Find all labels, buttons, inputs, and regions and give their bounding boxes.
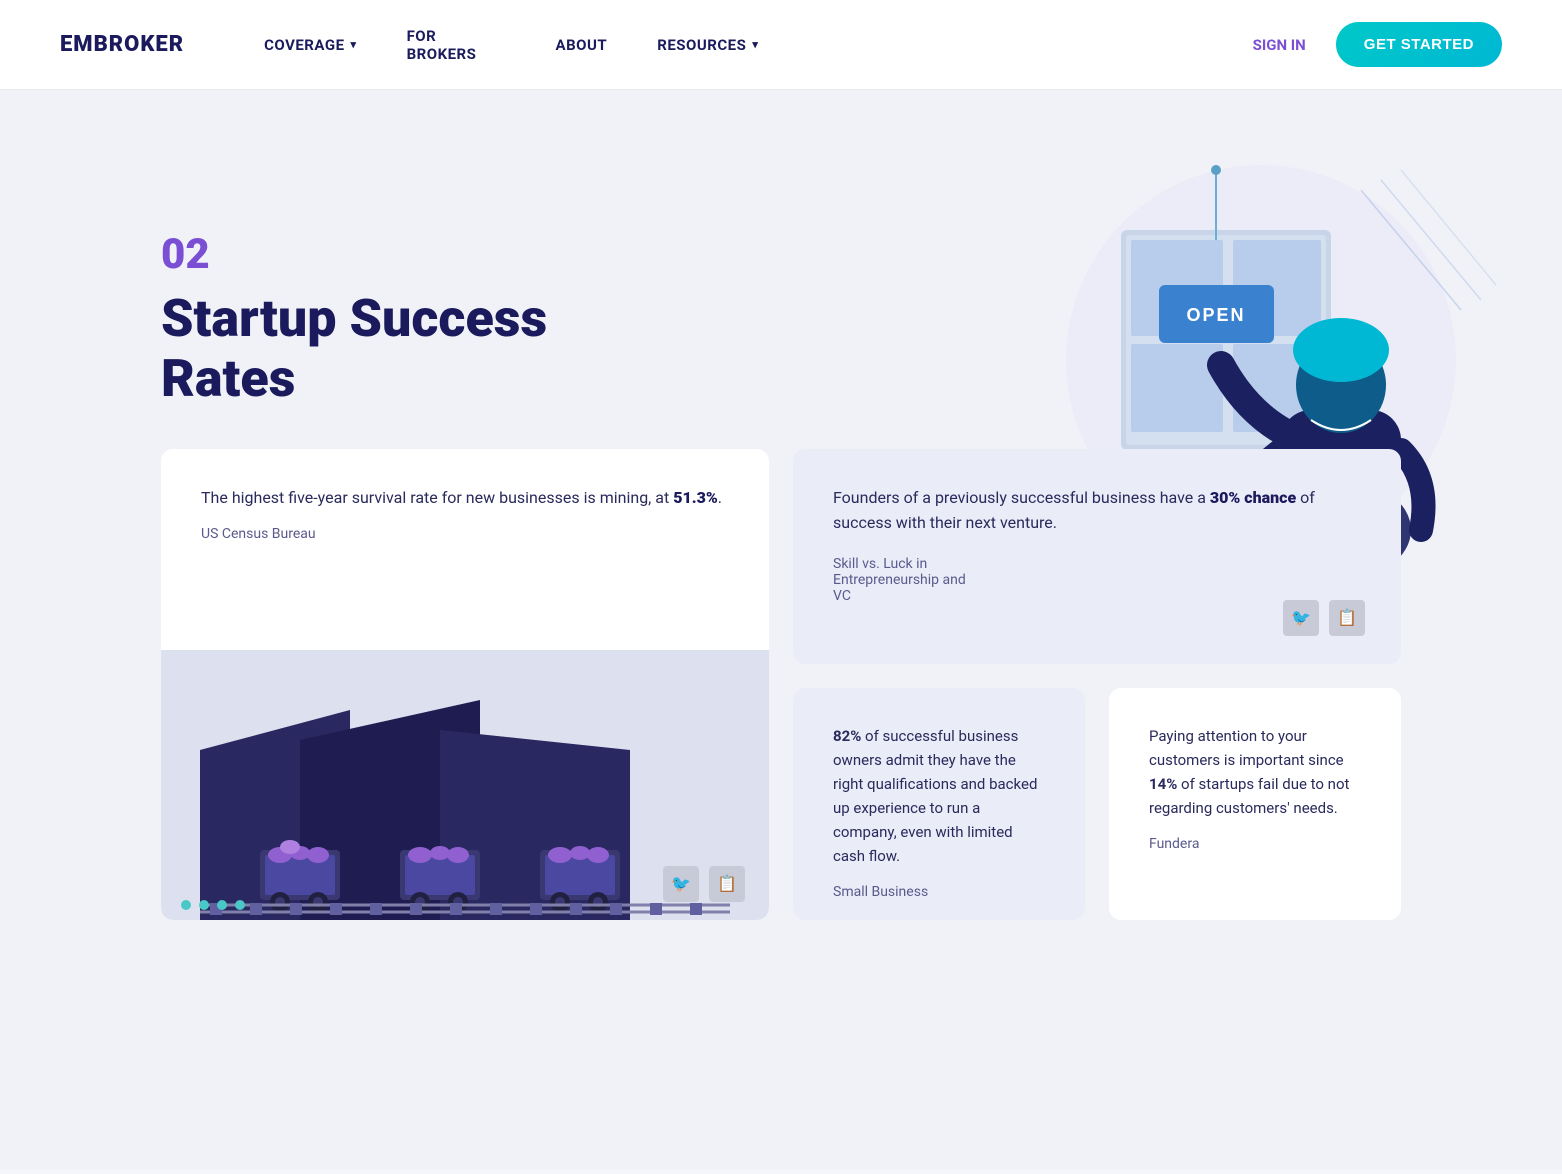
card1-text-after: . bbox=[718, 488, 722, 507]
card2-twitter-icon[interactable]: 🐦 bbox=[1283, 600, 1319, 636]
hero-section: 02 Startup Success Rates OPE bbox=[0, 90, 1562, 1170]
card2-actions: 🐦 📋 bbox=[1283, 600, 1365, 636]
card3-source: Small Business bbox=[833, 884, 1045, 900]
nav-brokers-label: FOR BROKERS bbox=[407, 27, 506, 63]
card4-text-after: of startups fail due to not regarding cu… bbox=[1149, 775, 1349, 817]
dots-decoration bbox=[181, 900, 245, 910]
card2-source: Skill vs. Luck in Entrepreneurship and V… bbox=[833, 556, 1361, 604]
card-82pct: 82% of successful business owners admit … bbox=[793, 688, 1085, 920]
section-title: Startup Success Rates bbox=[161, 289, 641, 409]
card2-copy-icon[interactable]: 📋 bbox=[1329, 600, 1365, 636]
card1-actions: 🐦 📋 bbox=[663, 866, 745, 902]
sign-in-link[interactable]: SIGN IN bbox=[1253, 36, 1306, 54]
nav-item-brokers[interactable]: FOR BROKERS bbox=[407, 27, 506, 63]
nav-coverage-label: COVERAGE bbox=[264, 36, 344, 54]
card4-highlight: 14% bbox=[1149, 775, 1177, 793]
card4-text-before: Paying attention to your customers is im… bbox=[1149, 727, 1344, 769]
nav-links: COVERAGE ▾ FOR BROKERS ABOUT RESOURCES ▾ bbox=[264, 27, 758, 63]
card-founders: Founders of a previously successful busi… bbox=[793, 449, 1401, 664]
resources-caret-icon: ▾ bbox=[752, 38, 758, 51]
card1-text: The highest five-year survival rate for … bbox=[201, 485, 729, 511]
card2-text-before: Founders of a previously successful busi… bbox=[833, 488, 1210, 507]
dot-4 bbox=[235, 900, 245, 910]
nav-resources-label: RESOURCES bbox=[657, 36, 746, 54]
nav-about-label: ABOUT bbox=[556, 36, 608, 54]
card1-text-before: The highest five-year survival rate for … bbox=[201, 488, 673, 507]
card-mining: The highest five-year survival rate for … bbox=[161, 449, 769, 920]
logo[interactable]: EMBROKER bbox=[60, 32, 184, 57]
card3-text-after: of successful business owners admit they… bbox=[833, 727, 1037, 865]
card2-highlight: 30% chance bbox=[1210, 488, 1296, 507]
nav-item-coverage[interactable]: COVERAGE ▾ bbox=[264, 36, 356, 54]
card3-highlight: 82% bbox=[833, 727, 861, 745]
card1-source: US Census Bureau bbox=[201, 526, 729, 542]
card4-source: Fundera bbox=[1149, 836, 1361, 852]
card1-highlight: 51.3% bbox=[673, 488, 718, 507]
card1-twitter-icon[interactable]: 🐦 bbox=[663, 866, 699, 902]
nav-item-about[interactable]: ABOUT bbox=[556, 36, 608, 54]
card4-text: Paying attention to your customers is im… bbox=[1149, 724, 1361, 820]
card1-copy-icon[interactable]: 📋 bbox=[709, 866, 745, 902]
coverage-caret-icon: ▾ bbox=[351, 38, 357, 51]
card3-text: 82% of successful business owners admit … bbox=[833, 724, 1045, 868]
nav-item-resources[interactable]: RESOURCES ▾ bbox=[657, 36, 758, 54]
card2-text: Founders of a previously successful busi… bbox=[833, 485, 1361, 536]
dot-3 bbox=[217, 900, 227, 910]
dot-2 bbox=[199, 900, 209, 910]
get-started-button[interactable]: GET STARTED bbox=[1336, 22, 1502, 67]
svg-text:OPEN: OPEN bbox=[1186, 305, 1245, 325]
navbar: EMBROKER COVERAGE ▾ FOR BROKERS ABOUT RE… bbox=[0, 0, 1562, 90]
dot-1 bbox=[181, 900, 191, 910]
hero-inner: 02 Startup Success Rates OPE bbox=[61, 150, 1501, 409]
card-14pct: Paying attention to your customers is im… bbox=[1109, 688, 1401, 920]
